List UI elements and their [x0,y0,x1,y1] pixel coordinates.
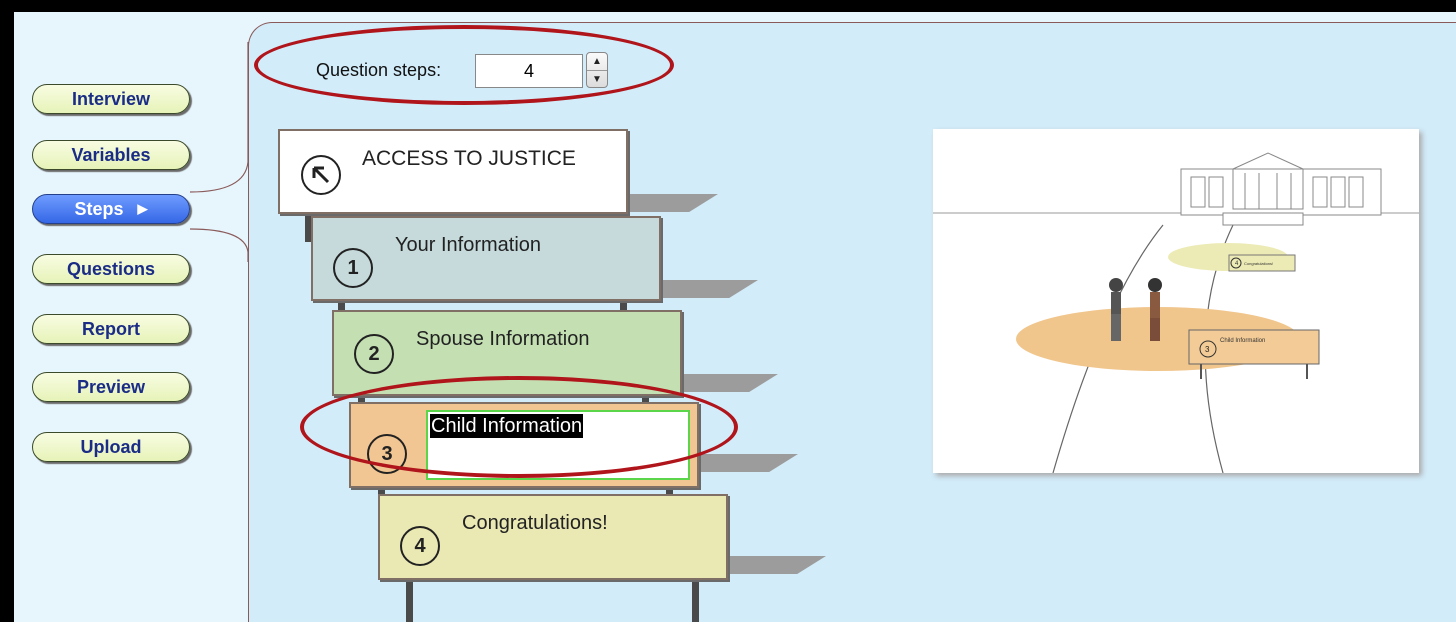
step-title-editor[interactable]: Child Information [426,410,690,480]
step-number: 1 [333,248,373,288]
preview-far-sign-title: Congratulations! [1244,261,1273,266]
nav-interview-button[interactable]: Interview [32,84,190,114]
sign-post [692,578,699,622]
nav-variables-button[interactable]: Variables [32,140,190,170]
sign-post [406,578,413,622]
nav-upload-button[interactable]: Upload [32,432,190,462]
preview-near-sign-title: Child Information [1220,338,1265,344]
courthouse-scene-image: 4 Congratulations! 3 Child Information [933,152,1419,474]
nav-label: Preview [76,376,146,397]
question-steps-label: Question steps: [316,60,442,80]
start-sign-title: ACCESS TO JUSTICE [362,147,576,170]
spinner-down-icon[interactable]: ▼ [587,71,607,88]
step-sign-1[interactable]: 1 Your Information [311,216,661,301]
nav-report-button[interactable]: Report [32,314,190,344]
nav-label: Steps [74,198,124,219]
nav-steps-button[interactable]: Steps ▶ [32,194,190,224]
nav-label: Upload [80,436,142,457]
nav-preview-button[interactable]: Preview [32,372,190,402]
preview-illustration: 4 Congratulations! 3 Child Information [933,129,1419,474]
nav-label: Questions [66,258,155,279]
spinner-up-icon[interactable]: ▲ [587,53,607,71]
nav-questions-button[interactable]: Questions [32,254,190,284]
step-sign-4[interactable]: 4 Congratulations! [378,494,728,580]
step-number: 3 [367,434,407,474]
nav-label: Variables [71,144,151,165]
step-sign-2[interactable]: 2 Spouse Information [332,310,682,396]
preview-near-sign-number: 3 [1205,345,1210,354]
app-window: Interview Variables Steps ▶ Questions Rep… [14,12,1456,622]
step-title: Spouse Information [416,328,590,350]
nav-label: Report [82,318,140,339]
step-number: 2 [354,334,394,374]
question-steps-spinner[interactable]: ▲ ▼ [586,52,608,88]
step-title-selected-text: Child Information [430,414,584,438]
play-arrow-icon: ▶ [137,201,148,216]
start-sign[interactable]: ACCESS TO JUSTICE [278,129,628,214]
arrow-up-left-icon [301,155,341,195]
question-steps-input[interactable] [475,54,583,88]
nav-label: Interview [71,88,151,109]
step-title: Your Information [395,234,542,256]
step-title: Congratulations! [462,512,608,534]
step-number: 4 [400,526,440,566]
